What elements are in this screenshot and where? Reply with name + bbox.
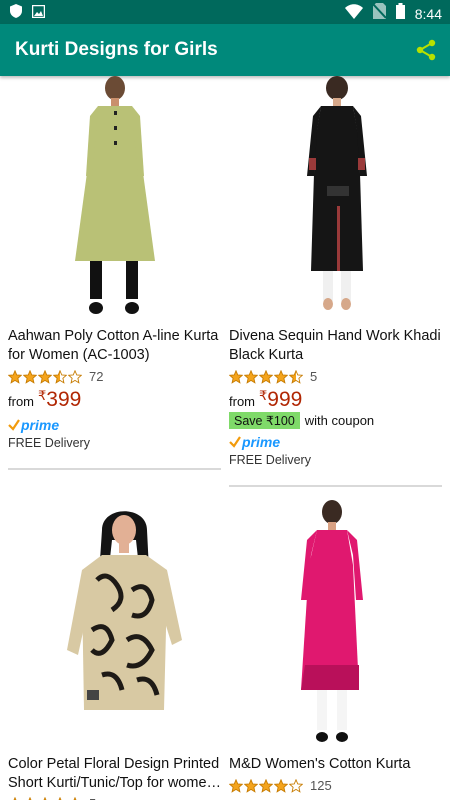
star-full-icon bbox=[229, 778, 243, 793]
star-half-icon bbox=[289, 369, 303, 384]
star-full-icon bbox=[244, 778, 258, 793]
status-time: 8:44 bbox=[414, 5, 442, 22]
star-full-icon bbox=[58, 796, 62, 800]
star-full-icon bbox=[13, 796, 17, 800]
no-sim-icon bbox=[372, 3, 387, 24]
star-full-icon bbox=[73, 796, 77, 800]
product-image[interactable] bbox=[295, 500, 370, 745]
divider bbox=[8, 468, 221, 470]
rating: 5 bbox=[8, 796, 96, 800]
delivery-text: FREE Delivery bbox=[8, 436, 90, 450]
image-icon bbox=[31, 4, 46, 23]
product-title-line-2: for Women (AC-1003) bbox=[8, 347, 150, 363]
star-full-icon bbox=[229, 369, 243, 384]
price: from ₹ 399 bbox=[8, 388, 81, 412]
rating: 5 bbox=[229, 369, 317, 384]
divider bbox=[229, 485, 442, 487]
price: from ₹ 999 bbox=[229, 388, 302, 412]
app-bar: Kurti Designs for Girls bbox=[0, 24, 450, 76]
star-half-icon bbox=[53, 369, 67, 384]
product-card[interactable]: Color Petal Floral Design Printed Short … bbox=[0, 500, 225, 800]
product-image[interactable] bbox=[62, 500, 187, 740]
rating-count: 125 bbox=[310, 778, 332, 793]
star-full-icon bbox=[274, 369, 288, 384]
star-full-icon bbox=[38, 369, 52, 384]
battery-icon bbox=[395, 3, 405, 24]
star-full-icon bbox=[8, 369, 22, 384]
rating: 72 bbox=[8, 369, 103, 384]
star-full-icon bbox=[259, 778, 273, 793]
price-currency: ₹ bbox=[259, 388, 268, 403]
price-prefix: from bbox=[8, 394, 34, 409]
prime-badge: prime bbox=[229, 434, 280, 450]
star-empty-icon bbox=[68, 369, 82, 384]
product-title-line-2: Short Kurti/Tunic/Top for wome… bbox=[8, 775, 222, 791]
product-title-line-1: Divena Sequin Hand Work Khadi bbox=[229, 328, 441, 344]
product-image[interactable] bbox=[297, 76, 377, 321]
prime-label: prime bbox=[21, 417, 60, 433]
shield-icon bbox=[10, 4, 22, 23]
rating-count: 5 bbox=[310, 369, 318, 384]
price-prefix: from bbox=[229, 394, 255, 409]
star-full-icon bbox=[28, 796, 32, 800]
star-empty-icon bbox=[289, 778, 303, 793]
price-value: 999 bbox=[267, 388, 303, 411]
product-title-line-1: M&D Women's Cotton Kurta bbox=[229, 756, 411, 772]
prime-badge: prime bbox=[8, 417, 59, 433]
coupon-text: with coupon bbox=[304, 413, 375, 428]
star-full-icon bbox=[274, 778, 288, 793]
product-card[interactable]: Divena Sequin Hand Work Khadi Black Kurt… bbox=[225, 76, 450, 491]
star-full-icon bbox=[244, 369, 258, 384]
product-title-line-2: Black Kurta bbox=[229, 347, 304, 363]
status-bar: 8:44 bbox=[0, 0, 450, 24]
coupon-badge: Save ₹100 bbox=[229, 412, 300, 429]
prime-check-icon bbox=[8, 419, 20, 431]
coupon[interactable]: Save ₹100 with coupon bbox=[229, 412, 374, 429]
product-image[interactable] bbox=[60, 76, 170, 321]
star-full-icon bbox=[259, 369, 273, 384]
rating-count: 72 bbox=[89, 369, 104, 384]
star-full-icon bbox=[43, 796, 47, 800]
product-title-line-1: Color Petal Floral Design Printed bbox=[8, 756, 220, 772]
product-card[interactable]: M&D Women's Cotton Kurta 125 bbox=[225, 500, 450, 800]
product-title[interactable]: M&D Women's Cotton Kurta bbox=[229, 755, 447, 774]
product-title[interactable]: Aahwan Poly Cotton A-line Kurta for Wome… bbox=[8, 327, 223, 365]
price-value: 399 bbox=[46, 388, 82, 411]
share-icon[interactable] bbox=[414, 38, 438, 62]
star-full-icon bbox=[23, 369, 37, 384]
product-card[interactable]: Aahwan Poly Cotton A-line Kurta for Wome… bbox=[0, 76, 225, 476]
prime-check-icon bbox=[229, 436, 241, 448]
delivery-text: FREE Delivery bbox=[229, 453, 311, 467]
app-title: Kurti Designs for Girls bbox=[15, 39, 218, 60]
price-currency: ₹ bbox=[38, 388, 47, 403]
product-title-line-1: Aahwan Poly Cotton A-line Kurta bbox=[8, 328, 219, 344]
prime-label: prime bbox=[242, 434, 281, 450]
product-title[interactable]: Color Petal Floral Design Printed Short … bbox=[8, 755, 223, 793]
wifi-icon bbox=[344, 3, 363, 24]
rating-count: 5 bbox=[89, 796, 96, 800]
rating: 125 bbox=[229, 778, 332, 793]
product-title[interactable]: Divena Sequin Hand Work Khadi Black Kurt… bbox=[229, 327, 447, 365]
